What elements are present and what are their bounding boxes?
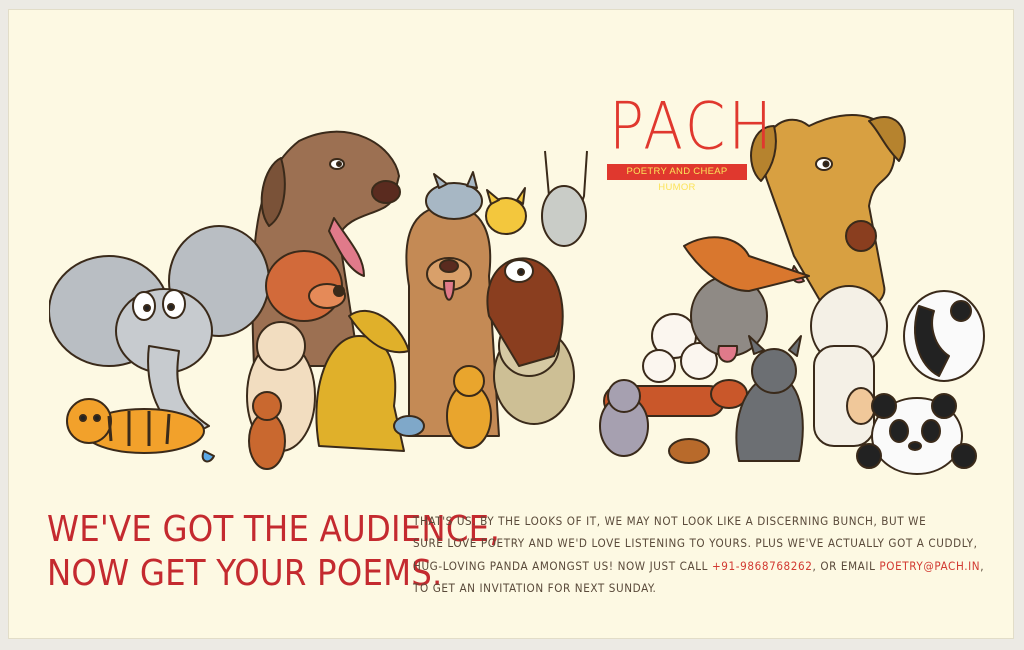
small-orange-cat-character [248, 391, 286, 470]
headline-line-1: WE'VE GOT THE AUDIENCE, [47, 509, 500, 550]
body-copy: THAT'S US. BY THE LOOKS OF IT, WE MAY NO… [413, 510, 988, 600]
tiny-orange-cat-character [668, 438, 710, 464]
body-line-3-mid: , OR EMAIL [812, 558, 880, 573]
email-link[interactable]: POETRY@PACH.IN [879, 559, 980, 573]
hanging-cat-character [541, 150, 588, 247]
blue-cat-toy-character [393, 415, 425, 437]
headline: WE'VE GOT THE AUDIENCE, NOW GET YOUR POE… [47, 508, 500, 596]
body-line-3-end: , [980, 558, 985, 573]
yellow-cat-character [485, 187, 527, 235]
poster-card: PACH POETRY AND CHEAP HUMOR WE'VE GOT TH… [8, 9, 1014, 639]
body-line-3-text: HUG-LOVING PANDA AMONGST US! NOW JUST CA… [413, 558, 712, 573]
gray-cat-character [425, 171, 483, 220]
body-line-1: THAT'S US. BY THE LOOKS OF IT, WE MAY NO… [413, 514, 927, 528]
pach-logo: PACH POETRY AND CHEAP HUMOR [607, 88, 776, 198]
logo-tagline: POETRY AND CHEAP HUMOR [607, 164, 747, 193]
animal-crowd-illustration [49, 114, 985, 475]
body-line-3: HUG-LOVING PANDA AMONGST US! NOW JUST CA… [413, 555, 988, 577]
phone-number-link[interactable]: +91-9868768262 [712, 559, 813, 573]
panda-front-character [856, 393, 977, 475]
yellow-cat-sitting-character [446, 365, 492, 449]
gray-cat-sitting-character [735, 335, 804, 462]
headline-line-2: NOW GET YOUR POEMS. [47, 553, 443, 594]
body-line-4: TO GET AN INVITATION FOR NEXT SUNDAY. [413, 581, 657, 596]
body-line-2: SURE LOVE POETRY AND WE'D LOVE LISTENING… [413, 536, 978, 551]
panda-back-character [903, 290, 985, 382]
logo-wordmark: PACH [609, 88, 776, 165]
